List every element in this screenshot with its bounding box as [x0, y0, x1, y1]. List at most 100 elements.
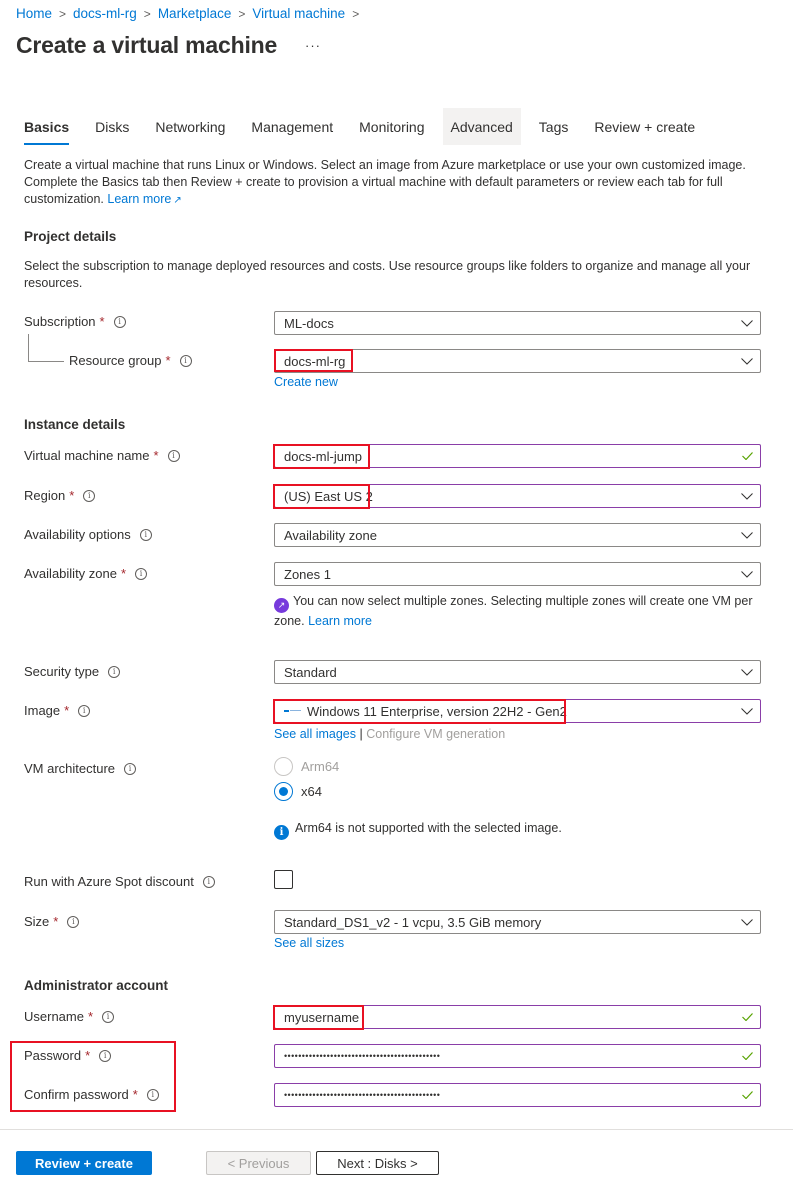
info-icon[interactable]: i — [113, 315, 126, 328]
section-instance-details: Instance details — [24, 417, 126, 432]
info-icon[interactable]: i — [135, 567, 148, 580]
external-link-icon: ↗ — [173, 195, 182, 206]
tab-basics[interactable]: Basics — [16, 108, 77, 145]
tree-connector — [28, 334, 29, 362]
tab-management[interactable]: Management — [243, 108, 341, 145]
windows-image-icon — [284, 707, 302, 715]
create-new-resource-group-link[interactable]: Create new — [274, 375, 338, 389]
required-marker: * — [165, 353, 171, 368]
more-options-icon[interactable]: ··· — [305, 38, 321, 53]
required-marker: * — [53, 914, 59, 929]
info-icon[interactable]: i — [139, 528, 152, 541]
region-dropdown[interactable]: (US) East US 2 — [274, 484, 761, 508]
chevron-down-icon — [734, 570, 760, 578]
availability-zone-learn-more-link[interactable]: Learn more — [308, 614, 372, 628]
chevron-right-icon: > — [238, 6, 246, 21]
rocket-icon: ↗ — [274, 598, 289, 613]
checkmark-icon — [734, 1013, 760, 1021]
chevron-down-icon — [734, 707, 760, 715]
vm-name-input[interactable]: docs-ml-jump — [274, 444, 761, 468]
password-input[interactable]: ••••••••••••••••••••••••••••••••••••••••… — [274, 1044, 761, 1068]
info-icon[interactable]: i — [99, 1049, 112, 1062]
availability-options-label: Availability options i — [24, 527, 152, 542]
breadcrumb-resource-group[interactable]: docs-ml-rg — [73, 6, 137, 21]
see-all-sizes-link[interactable]: See all sizes — [274, 936, 344, 950]
chevron-down-icon — [734, 531, 760, 539]
info-icon[interactable]: i — [102, 1010, 115, 1023]
info-icon[interactable]: i — [78, 704, 91, 717]
tree-connector — [28, 361, 64, 362]
breadcrumb-virtual-machine[interactable]: Virtual machine — [252, 6, 345, 21]
confirm-password-input[interactable]: ••••••••••••••••••••••••••••••••••••••••… — [274, 1083, 761, 1107]
availability-zone-label: Availability zone * i — [24, 566, 148, 581]
breadcrumb: Home > docs-ml-rg > Marketplace > Virtua… — [16, 6, 366, 21]
breadcrumb-home[interactable]: Home — [16, 6, 52, 21]
chevron-down-icon — [734, 492, 760, 500]
required-marker: * — [99, 314, 105, 329]
page-title: Create a virtual machine — [16, 32, 278, 58]
required-marker: * — [85, 1048, 91, 1063]
checkmark-icon — [734, 452, 760, 460]
image-links: See all images | Configure VM generation — [274, 727, 505, 741]
chevron-down-icon — [734, 918, 760, 926]
region-label: Region * i — [24, 488, 96, 503]
radio-x64[interactable]: x64 — [274, 782, 322, 801]
radio-button-x64[interactable] — [274, 782, 293, 801]
configure-vm-generation-link: Configure VM generation — [366, 727, 506, 741]
availability-zone-dropdown[interactable]: Zones 1 — [274, 562, 761, 586]
info-icon[interactable]: i — [179, 354, 192, 367]
info-icon[interactable]: i — [124, 762, 137, 775]
chevron-right-icon: > — [59, 6, 67, 21]
tab-advanced[interactable]: Advanced — [442, 108, 521, 145]
security-type-dropdown[interactable]: Standard — [274, 660, 761, 684]
chevron-down-icon — [734, 357, 760, 365]
info-icon[interactable]: i — [83, 489, 96, 502]
info-icon[interactable]: i — [167, 449, 180, 462]
project-details-description: Select the subscription to manage deploy… — [24, 259, 751, 290]
resource-group-dropdown[interactable]: docs-ml-rg — [274, 349, 761, 373]
spot-discount-label: Run with Azure Spot discount i — [24, 874, 215, 889]
breadcrumb-marketplace[interactable]: Marketplace — [158, 6, 232, 21]
username-input[interactable]: myusername — [274, 1005, 761, 1029]
radio-arm64: Arm64 — [274, 757, 339, 776]
availability-options-dropdown[interactable]: Availability zone — [274, 523, 761, 547]
tab-tags[interactable]: Tags — [531, 108, 577, 145]
info-icon[interactable]: i — [108, 665, 121, 678]
password-label: Password * i — [24, 1048, 112, 1063]
required-marker: * — [132, 1087, 138, 1102]
required-marker: * — [153, 448, 159, 463]
username-label: Username * i — [24, 1009, 115, 1024]
subscription-label: Subscription * i — [24, 314, 126, 329]
tab-monitoring[interactable]: Monitoring — [351, 108, 432, 145]
learn-more-link[interactable]: Learn more ↗ — [107, 192, 181, 206]
footer-divider — [0, 1129, 793, 1130]
info-icon[interactable]: i — [146, 1088, 159, 1101]
next-disks-button[interactable]: Next : Disks > — [316, 1151, 439, 1175]
image-label: Image * i — [24, 703, 91, 718]
section-administrator-account: Administrator account — [24, 978, 169, 993]
review-create-button[interactable]: Review + create — [16, 1151, 152, 1175]
chevron-down-icon — [734, 319, 760, 327]
checkmark-icon — [734, 1052, 760, 1060]
radio-button-arm64 — [274, 757, 293, 776]
info-filled-icon: i — [274, 825, 289, 840]
image-dropdown[interactable]: Windows 11 Enterprise, version 22H2 - Ge… — [274, 699, 761, 723]
page-description: Create a virtual machine that runs Linux… — [24, 157, 764, 209]
checkmark-icon — [734, 1091, 760, 1099]
info-icon[interactable]: i — [202, 875, 215, 888]
required-marker: * — [87, 1009, 94, 1024]
tab-review-create[interactable]: Review + create — [586, 108, 703, 145]
size-dropdown[interactable]: Standard_DS1_v2 - 1 vcpu, 3.5 GiB memory — [274, 910, 761, 934]
spot-discount-checkbox[interactable] — [274, 870, 293, 889]
chevron-down-icon — [734, 668, 760, 676]
see-all-images-link[interactable]: See all images — [274, 727, 356, 741]
link-separator: | — [359, 727, 363, 741]
required-marker: * — [120, 566, 127, 581]
subscription-dropdown[interactable]: ML-docs — [274, 311, 761, 335]
info-icon[interactable]: i — [67, 915, 80, 928]
tab-networking[interactable]: Networking — [147, 108, 233, 145]
previous-button: < Previous — [206, 1151, 311, 1175]
resource-group-label: Resource group * i — [69, 353, 192, 368]
tab-disks[interactable]: Disks — [87, 108, 137, 145]
vm-architecture-info: i Arm64 is not supported with the selecte… — [274, 820, 764, 840]
